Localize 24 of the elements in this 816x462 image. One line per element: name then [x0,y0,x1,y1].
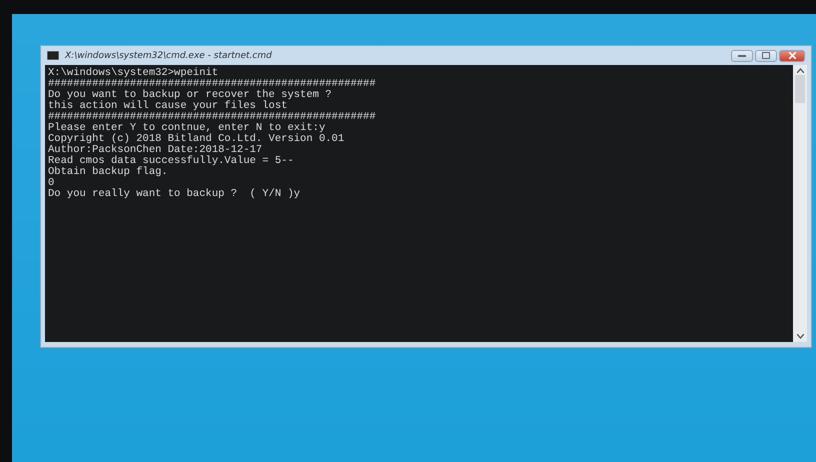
scroll-down-icon [796,334,804,339]
console-line: Copyright (c) 2018 Bitland Co.Ltd. Version 0.01 [48,134,346,145]
console-line: Do you want to backup or recover the system ? [48,90,333,101]
maximize-icon [762,52,770,59]
console-line: #################################################### [48,79,377,90]
console-line: #################################################### [48,112,377,123]
scroll-up-icon [796,68,804,73]
console-line: X:\windows\system32>wpeinit [48,68,220,79]
window-title: X:\windows\system32\cmd.exe - startnet.cmd [65,50,272,60]
close-icon [788,52,796,59]
scrollbar[interactable] [793,65,807,342]
maximize-button[interactable] [755,50,777,62]
console-line: Obtain backup flag. [48,167,169,178]
close-button[interactable] [779,50,805,62]
console-line: Read cmos data successfully.Value = 5-- [48,156,295,167]
console-line: Author:PacksonChen Date:2018-12-17 [48,145,264,156]
scroll-thumb[interactable] [795,75,805,103]
console-line: 0 [48,178,56,189]
console-line: Do you really want to backup ? ( Y/N )y [48,189,302,200]
console-line: Please enter Y to contnue, enter N to exit:y [48,123,326,134]
minimize-button[interactable] [731,50,753,62]
console-icon [47,51,59,60]
console-line: this action will cause your files lost [48,101,288,112]
minimize-icon [738,54,746,57]
